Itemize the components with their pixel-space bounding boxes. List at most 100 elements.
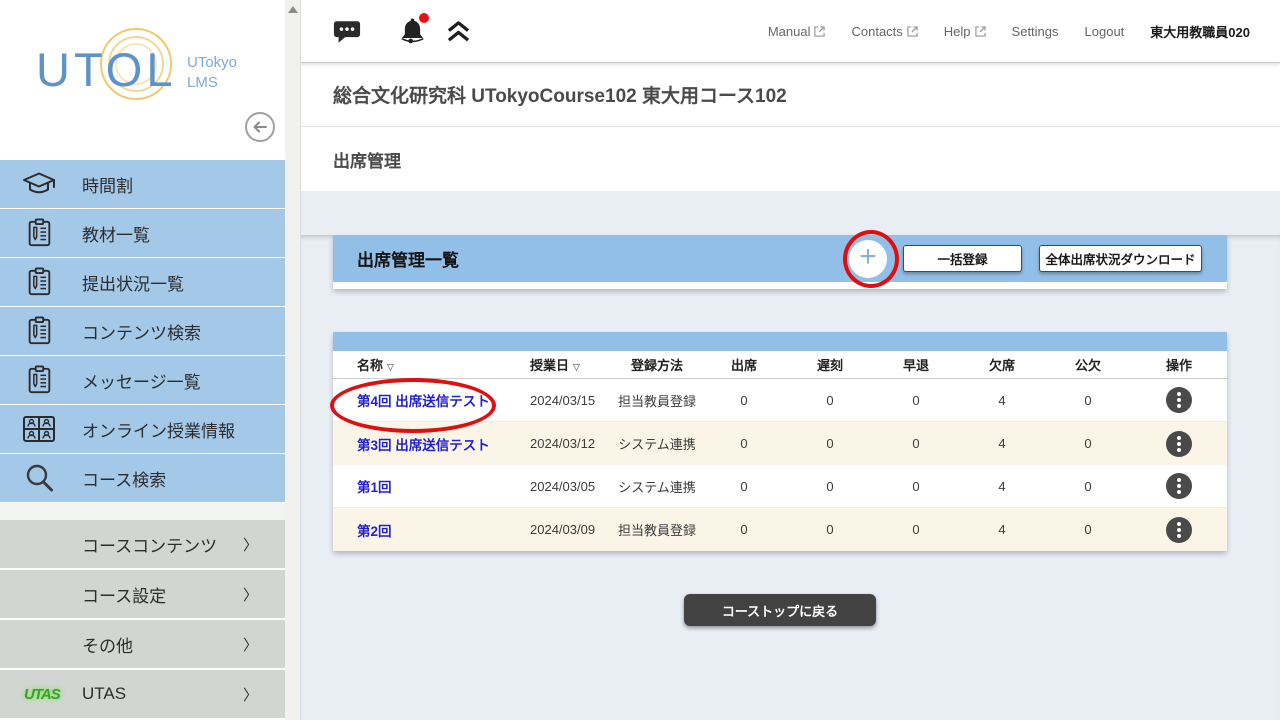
cell-late: 0 [787, 436, 873, 451]
cell-date: 2024/03/05 [506, 479, 613, 494]
table-row: 第2回 2024/03/09 担当教員登録 0 0 0 4 0 [333, 508, 1227, 551]
download-attendance-button[interactable]: 全体出席状況ダウンロード [1039, 245, 1202, 272]
cell-late: 0 [787, 479, 873, 494]
sidebar-item-label: メッセージ一覧 [82, 368, 201, 393]
row-actions-kebab-button[interactable] [1166, 517, 1192, 543]
sidebar-item-materials[interactable]: 教材一覧 [0, 209, 285, 257]
column-header-late: 遅刻 [787, 355, 873, 374]
utol-logo: UTOL [36, 42, 177, 97]
attendance-item-link[interactable]: 第1回 [357, 480, 392, 495]
chevron-right-icon: 〉 [243, 534, 258, 555]
cell-present: 0 [701, 436, 787, 451]
cell-method: 担当教員登録 [613, 520, 701, 539]
cell-date: 2024/03/09 [506, 522, 613, 537]
sidebar-item-label: 時間割 [82, 172, 133, 197]
back-to-course-top-button[interactable]: コーストップに戻る [684, 594, 876, 626]
manual-link[interactable]: Manual [768, 24, 826, 39]
plus-icon: + [859, 242, 877, 272]
sort-icon[interactable]: ▽ [387, 362, 394, 372]
sidebar-section-course-contents[interactable]: コースコンテンツ 〉 [0, 520, 285, 568]
double-chevron-up-icon [446, 20, 471, 43]
column-header-actions: 操作 [1131, 355, 1227, 374]
table-top-strip [333, 332, 1227, 351]
sidebar-item-timetable[interactable]: 時間割 [0, 160, 285, 208]
page-title: 出席管理 [333, 147, 401, 172]
sidebar-item-label: コース検索 [82, 466, 166, 491]
panel-title: 出席管理一覧 [357, 246, 849, 271]
chat-button[interactable] [333, 19, 361, 44]
cell-absent: 4 [959, 436, 1045, 451]
sidebar-item-messages[interactable]: メッセージ一覧 [0, 356, 285, 404]
column-header-excused: 公欠 [1045, 355, 1131, 374]
back-button-row: コーストップに戻る [333, 551, 1227, 626]
course-header: 総合文化研究科 UTokyoCourse102 東大用コース102 [301, 63, 1280, 127]
sidebar-item-content-search[interactable]: コンテンツ検索 [0, 307, 285, 355]
settings-link[interactable]: Settings [1012, 24, 1059, 39]
cell-present: 0 [701, 393, 787, 408]
panel-white-strip [333, 282, 1227, 289]
sidebar-section-course-settings[interactable]: コース設定 〉 [0, 570, 285, 618]
column-header-absent: 欠席 [959, 355, 1045, 374]
cell-absent: 4 [959, 479, 1045, 494]
sidebar-item-online-class-info[interactable]: オンライン授業情報 [0, 405, 285, 453]
row-actions-kebab-button[interactable] [1166, 473, 1192, 499]
course-title: 総合文化研究科 UTokyoCourse102 東大用コース102 [333, 81, 787, 108]
table-header-row: 名称▽ 授業日▽ 登録方法 出席 遅刻 早退 欠席 公欠 操作 [333, 351, 1227, 379]
cell-date: 2024/03/12 [506, 436, 613, 451]
sidebar-section-label: コースコンテンツ [82, 532, 217, 557]
row-actions-kebab-button[interactable] [1166, 431, 1192, 457]
sidebar-item-submission-status[interactable]: 提出状況一覧 [0, 258, 285, 306]
column-header-method: 登録方法 [613, 355, 701, 374]
sidebar-item-course-search[interactable]: コース検索 [0, 454, 285, 502]
sidebar-section-utas[interactable]: UTAS UTAS 〉 [0, 670, 285, 718]
logout-link[interactable]: Logout [1085, 24, 1125, 39]
sort-icon[interactable]: ▽ [573, 362, 580, 372]
scroll-up-icon[interactable] [288, 6, 298, 13]
sidebar-section-label: UTAS [82, 684, 126, 704]
cell-present: 0 [701, 479, 787, 494]
sidebar-section-others[interactable]: その他 〉 [0, 620, 285, 668]
help-link[interactable]: Help [944, 24, 986, 39]
contacts-link[interactable]: Contacts [851, 24, 917, 39]
chevron-right-icon: 〉 [243, 634, 258, 655]
clipboard-icon [22, 267, 56, 297]
attendance-table: 名称▽ 授業日▽ 登録方法 出席 遅刻 早退 欠席 公欠 操作 第4回 出席送信… [333, 332, 1227, 551]
row-actions-kebab-button[interactable] [1166, 387, 1192, 413]
cell-absent: 4 [959, 393, 1045, 408]
page-subtitle-band: 出席管理 [301, 127, 1280, 191]
cell-excused: 0 [1045, 436, 1131, 451]
search-icon [22, 463, 56, 493]
online-class-icon [22, 415, 56, 443]
topbar-links: Manual Contacts Help Settings Logout 東大用… [768, 22, 1280, 41]
cell-late: 0 [787, 393, 873, 408]
attendance-item-link[interactable]: 第3回 出席送信テスト [357, 438, 490, 453]
clipboard-icon [22, 316, 56, 346]
external-link-icon [975, 26, 986, 37]
attendance-item-link[interactable]: 第2回 [357, 524, 392, 539]
sidebar-item-label: 提出状況一覧 [82, 270, 184, 295]
content-area: 出席管理一覧 + 一括登録 全体出席状況ダウンロード 名称▽ [301, 235, 1280, 720]
attendance-item-link[interactable]: 第4回 出席送信テスト [357, 394, 490, 409]
column-header-name[interactable]: 名称▽ [333, 355, 506, 374]
sidebar-item-label: オンライン授業情報 [82, 417, 235, 442]
arrow-left-icon [251, 118, 269, 136]
graduation-cap-icon [22, 170, 56, 198]
chevron-right-icon: 〉 [243, 684, 258, 705]
sidebar-scrollbar[interactable] [285, 0, 301, 720]
cell-early-leave: 0 [873, 522, 959, 537]
column-header-date[interactable]: 授業日▽ [506, 355, 613, 374]
add-attendance-button[interactable]: + [849, 240, 887, 278]
bulk-register-button[interactable]: 一括登録 [903, 245, 1022, 272]
notifications-button[interactable] [399, 17, 426, 46]
sidebar-collapse-button[interactable] [245, 112, 275, 142]
collapse-topbar-button[interactable] [446, 20, 471, 43]
chevron-right-icon: 〉 [243, 584, 258, 605]
column-header-early-leave: 早退 [873, 355, 959, 374]
cell-method: システム連携 [613, 477, 701, 496]
add-attendance-wrap: + [849, 240, 887, 278]
table-row: 第1回 2024/03/05 システム連携 0 0 0 4 0 [333, 465, 1227, 508]
sidebar-item-label: 教材一覧 [82, 221, 150, 246]
topbar: Manual Contacts Help Settings Logout 東大用… [301, 0, 1280, 63]
sidebar-section-gap [0, 503, 285, 520]
column-header-present: 出席 [701, 355, 787, 374]
